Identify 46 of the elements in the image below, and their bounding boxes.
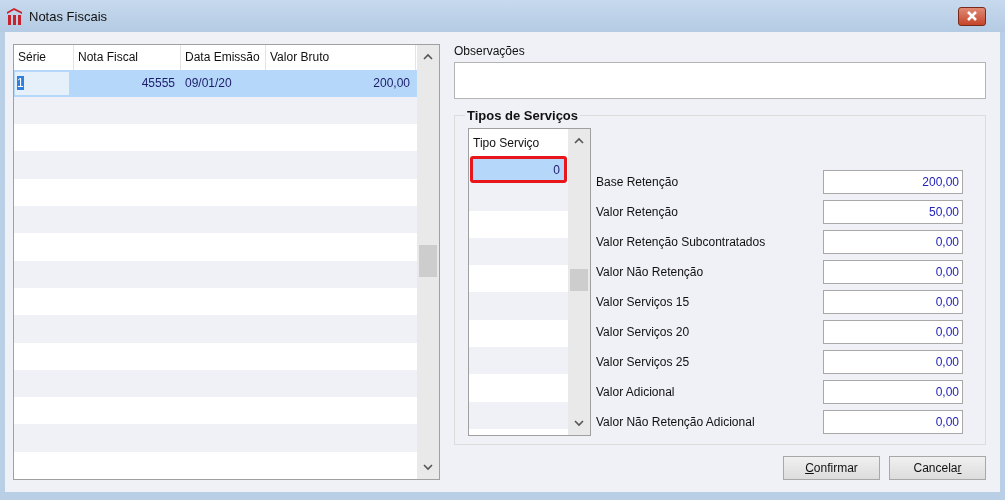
- column-header[interactable]: Tipo Serviço: [469, 129, 568, 156]
- column-header[interactable]: Valor Bruto: [266, 45, 416, 70]
- dialog-button[interactable]: Cancelar: [889, 456, 986, 480]
- dialog-button[interactable]: Confirmar: [783, 456, 880, 480]
- field-label: Valor Retenção Subcontratados: [596, 235, 767, 249]
- app-icon: [6, 7, 23, 25]
- field-label: Valor Não Retenção: [596, 265, 705, 279]
- input-field[interactable]: 0,00: [823, 290, 963, 314]
- scroll-down-icon[interactable]: [423, 464, 433, 471]
- field-label: Valor Adicional: [596, 385, 676, 399]
- cell-editor[interactable]: 1: [15, 71, 69, 95]
- field-label: Valor Não Retenção Adicional: [596, 415, 756, 429]
- observations-field[interactable]: [454, 62, 986, 99]
- table-cell[interactable]: 0: [470, 156, 567, 184]
- scrollbar[interactable]: [568, 129, 590, 435]
- input-field[interactable]: 0,00: [823, 380, 963, 404]
- scroll-up-icon[interactable]: [423, 53, 433, 60]
- field-label: Base Retenção: [596, 175, 680, 189]
- table-cell-text: 200,00: [372, 75, 411, 93]
- scroll-thumb[interactable]: [419, 245, 437, 277]
- field-label: Valor Serviços 25: [596, 355, 691, 369]
- column-header[interactable]: Nota Fiscal: [74, 45, 181, 70]
- field-label: Valor Serviços 15: [596, 295, 691, 309]
- scroll-thumb[interactable]: [570, 269, 588, 291]
- group-title: Tipos de Serviços: [465, 108, 581, 123]
- input-field[interactable]: 0,00: [823, 350, 963, 374]
- window-title: Notas Fiscais: [29, 8, 109, 24]
- close-button[interactable]: [958, 6, 986, 26]
- input-field[interactable]: 0,00: [823, 230, 963, 254]
- scroll-down-icon[interactable]: [574, 420, 584, 427]
- table-cell-text: 45555: [140, 75, 176, 93]
- input-field[interactable]: 0,00: [823, 260, 963, 284]
- input-field[interactable]: 0,00: [823, 320, 963, 344]
- field-label: Valor Serviços 20: [596, 325, 691, 339]
- close-icon: [966, 11, 978, 21]
- table-cell-text: 09/01/20: [184, 75, 233, 93]
- observations-label: Observações: [454, 44, 526, 60]
- scrollbar[interactable]: [417, 45, 439, 479]
- input-field[interactable]: 200,00: [823, 170, 963, 194]
- table-row[interactable]: 1 45555 09/01/20 200,00: [14, 69, 417, 97]
- input-field[interactable]: 0,00: [823, 410, 963, 434]
- column-header[interactable]: Série: [14, 45, 74, 70]
- field-label: Valor Retenção: [596, 205, 679, 219]
- scroll-up-icon[interactable]: [574, 137, 584, 144]
- input-field[interactable]: 50,00: [823, 200, 963, 224]
- column-header[interactable]: Data Emissão: [181, 45, 266, 70]
